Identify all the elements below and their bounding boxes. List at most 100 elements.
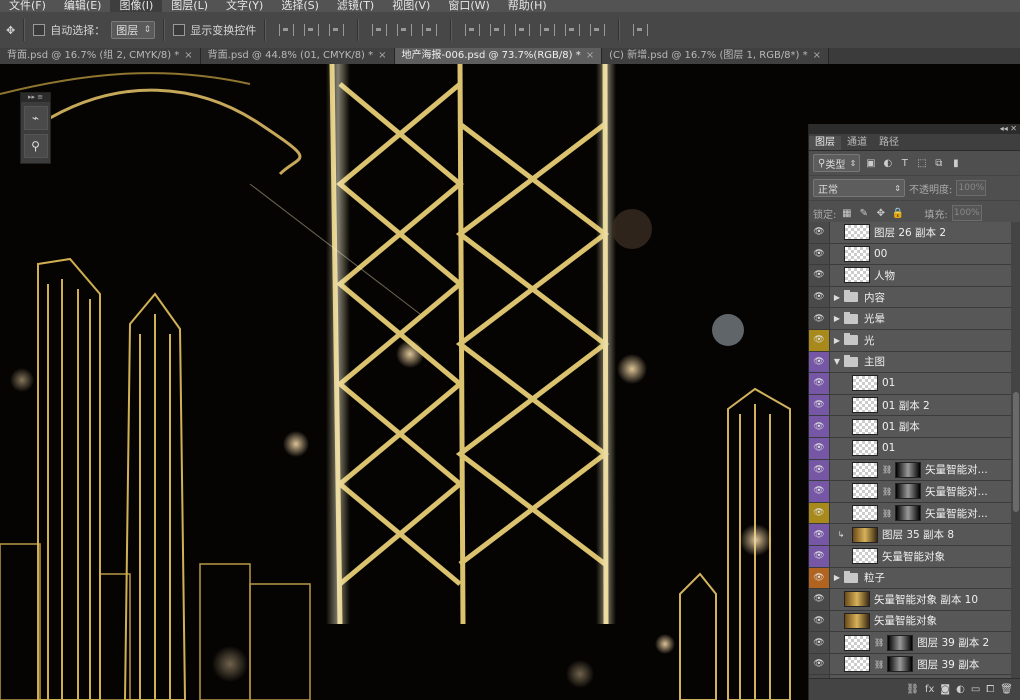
visibility-eye-icon[interactable]: 👁 [809, 329, 830, 351]
panel-tab[interactable]: 路径 [873, 136, 905, 150]
visibility-eye-icon[interactable]: 👁 [809, 481, 830, 502]
auto-align-icon[interactable] [633, 24, 649, 36]
panel-tab[interactable]: 通道 [841, 136, 873, 150]
mask-link-icon[interactable]: ⛓ [882, 465, 892, 474]
align-bottom-icon[interactable] [329, 24, 345, 36]
layer-mask-thumbnail[interactable] [887, 656, 914, 673]
add-mask-icon[interactable]: ◙ [940, 684, 950, 695]
menu-item[interactable]: 文字(Y) [217, 0, 272, 12]
close-tab-icon[interactable]: × [378, 50, 386, 61]
menu-item[interactable]: 图像(I) [110, 0, 163, 12]
expand-triangle-icon[interactable]: ▶ [830, 336, 844, 345]
visibility-eye-icon[interactable]: 👁 [809, 243, 830, 265]
move-tool-icon[interactable]: ✥ [0, 12, 15, 48]
new-group-icon[interactable]: ▭ [971, 684, 980, 695]
mask-link-icon[interactable]: ⛓ [882, 509, 892, 518]
layer-mask-thumbnail[interactable] [887, 634, 914, 651]
visibility-eye-icon[interactable]: 👁 [809, 265, 830, 286]
panel-collapse-icon[interactable]: ◂◂ ✕ [809, 124, 1020, 134]
panel-tab[interactable]: 图层 [809, 136, 841, 150]
distribute-right-icon[interactable] [590, 24, 606, 36]
mask-link-icon[interactable]: ⛓ [874, 638, 884, 647]
lock-transparent-icon[interactable]: ▦ [840, 207, 853, 220]
collapse-triangle-icon[interactable]: ▼ [830, 357, 844, 366]
delete-layer-icon[interactable]: 🗑 [1000, 684, 1013, 695]
visibility-eye-icon[interactable]: 👁 [809, 653, 830, 675]
link-layers-icon[interactable]: ⛓ [906, 684, 919, 695]
brush-preset-icon[interactable]: ⌁ [23, 106, 48, 130]
document-tab[interactable]: 地产海报-006.psd @ 73.7%(RGB/8) * × [394, 48, 603, 64]
filter-smart-object-icon[interactable]: ⧉ [932, 157, 945, 170]
distribute-hcenter-icon[interactable] [565, 24, 581, 36]
layer-row[interactable]: 👁 ⛓ 图层 39 副本 [809, 653, 1020, 676]
layer-row[interactable]: 👁 ▶ 粒子 [809, 567, 1020, 590]
align-right-icon[interactable] [422, 24, 438, 36]
lock-pixels-icon[interactable]: ✎ [857, 207, 870, 220]
visibility-eye-icon[interactable]: 👁 [809, 437, 830, 459]
close-tab-icon[interactable]: × [586, 50, 594, 61]
document-tab[interactable]: (C) 新增.psd @ 16.7% (图层 1, RGB/8*) * × [602, 48, 830, 64]
layer-row[interactable]: 👁 图层 26 副本 2 [809, 222, 1020, 244]
show-transform-checkbox[interactable] [173, 12, 190, 48]
layer-list-scrollbar[interactable] [1011, 222, 1020, 678]
layer-row[interactable]: 👁 矢量智能对象 [809, 545, 1020, 568]
expand-triangle-icon[interactable]: ▶ [830, 573, 844, 582]
visibility-eye-icon[interactable]: 👁 [809, 502, 830, 524]
expand-triangle-icon[interactable]: ▶ [830, 293, 844, 302]
filter-shape-icon[interactable]: ⬚ [915, 157, 928, 170]
visibility-eye-icon[interactable]: 👁 [809, 545, 830, 567]
filter-pixel-icon[interactable]: ▣ [864, 157, 877, 170]
filter-toggle-icon[interactable]: ▮ [949, 157, 962, 170]
layer-row[interactable]: 👁 ⛓ 矢量智能对... [809, 481, 1020, 503]
visibility-eye-icon[interactable]: 👁 [809, 589, 830, 610]
mask-link-icon[interactable]: ⛓ [882, 487, 892, 496]
visibility-eye-icon[interactable]: 👁 [809, 286, 830, 308]
layer-row[interactable]: 👁 ↳ 图层 35 副本 8 [809, 524, 1020, 546]
auto-select-dropdown[interactable]: 图层 [111, 21, 156, 39]
distribute-bottom-icon[interactable] [515, 24, 531, 36]
layer-row[interactable]: 👁 01 [809, 437, 1020, 460]
align-left-icon[interactable] [372, 24, 388, 36]
layer-mask-thumbnail[interactable] [895, 505, 922, 522]
layer-mask-thumbnail[interactable] [895, 461, 922, 478]
blend-mode-dropdown[interactable]: 正常 [813, 179, 905, 197]
visibility-eye-icon[interactable]: 👁 [809, 394, 830, 416]
lock-position-icon[interactable]: ✥ [874, 207, 887, 220]
menu-item[interactable]: 编辑(E) [55, 0, 111, 12]
close-tab-icon[interactable]: × [813, 50, 821, 61]
visibility-eye-icon[interactable]: 👁 [809, 610, 830, 632]
distribute-left-icon[interactable] [540, 24, 556, 36]
layer-row[interactable]: 👁 ⛓ 矢量智能对... [809, 459, 1020, 482]
layer-row[interactable]: 👁 01 副本 [809, 416, 1020, 438]
layer-row[interactable]: 👁 01 副本 2 [809, 394, 1020, 417]
align-top-icon[interactable] [279, 24, 295, 36]
visibility-eye-icon[interactable]: 👁 [809, 351, 830, 373]
layer-row[interactable]: 👁 ▶ 光晕 [809, 308, 1020, 330]
auto-select-checkbox[interactable] [33, 12, 50, 48]
close-tab-icon[interactable]: × [184, 50, 192, 61]
opacity-field[interactable]: 100% [956, 180, 987, 196]
layer-style-icon[interactable]: fx [925, 684, 934, 695]
menu-item[interactable]: 文件(F) [0, 0, 55, 12]
visibility-eye-icon[interactable]: 👁 [809, 459, 830, 481]
layer-row[interactable]: 👁 矢量智能对象 副本 10 [809, 589, 1020, 611]
layer-row[interactable]: 👁 ▶ 光 [809, 329, 1020, 352]
layer-row[interactable]: 👁 ⛓ 图层 39 副本 2 [809, 632, 1020, 654]
layer-row[interactable]: 👁 ▼ 主图 [809, 351, 1020, 374]
visibility-eye-icon[interactable]: 👁 [809, 567, 830, 589]
mask-link-icon[interactable]: ⛓ [874, 660, 884, 669]
expand-triangle-icon[interactable]: ▶ [830, 314, 844, 323]
layer-row[interactable]: 👁 矢量智能对象 [809, 610, 1020, 633]
fill-field[interactable]: 100% [951, 205, 982, 221]
new-layer-icon[interactable]: ⧠ [986, 684, 994, 695]
layer-filter-dropdown[interactable]: ⚲ 类型 [813, 154, 861, 172]
layer-row[interactable]: 👁 01 [809, 373, 1020, 395]
filter-type-icon[interactable]: T [898, 157, 911, 170]
document-tab[interactable]: 背面.psd @ 16.7% (组 2, CMYK/8) * × [0, 48, 201, 64]
distribute-top-icon[interactable] [465, 24, 481, 36]
visibility-eye-icon[interactable]: 👁 [809, 524, 830, 545]
layer-row[interactable]: 👁 00 [809, 243, 1020, 266]
visibility-eye-icon[interactable]: 👁 [809, 416, 830, 437]
align-vcenter-icon[interactable] [304, 24, 320, 36]
menu-item[interactable]: 窗口(W) [439, 0, 498, 12]
